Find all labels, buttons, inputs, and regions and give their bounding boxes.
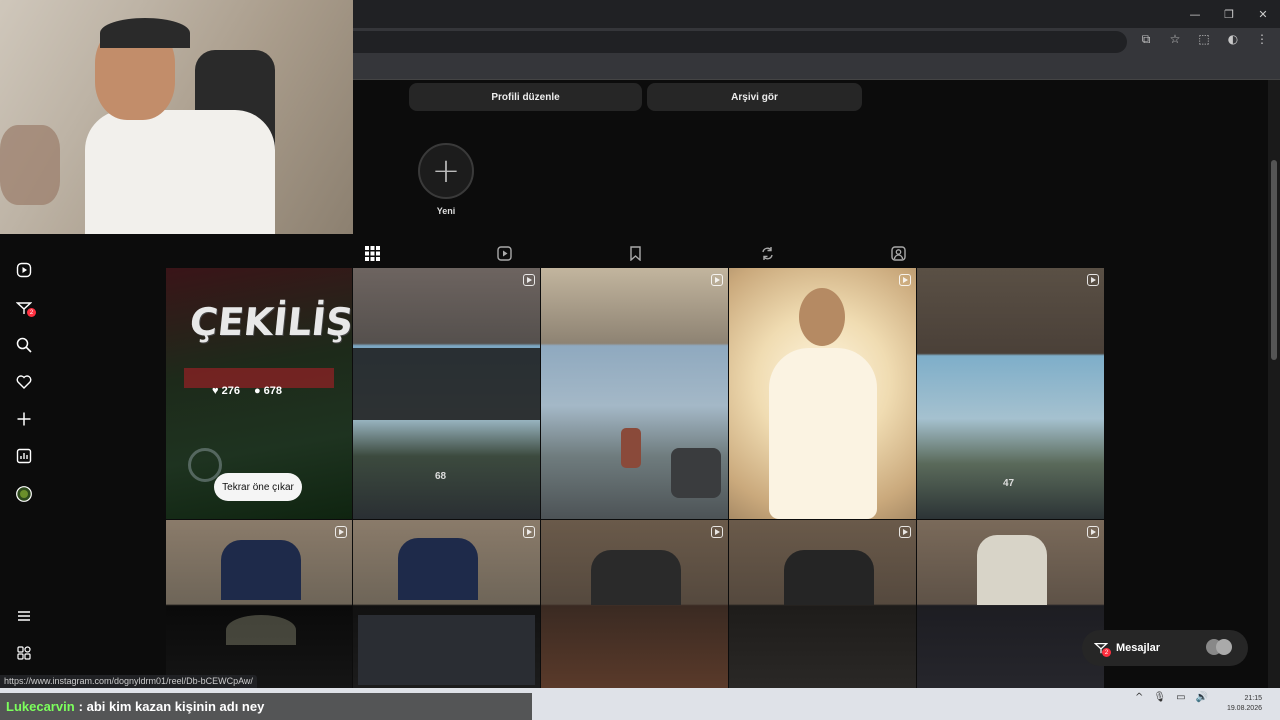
reel-indicator-icon [1087, 526, 1099, 538]
microphone-icon[interactable]: 🎙 [1153, 692, 1166, 703]
post-tile-reel-2[interactable] [541, 268, 728, 519]
sidebar-item-notifications[interactable] [14, 372, 34, 392]
reel-indicator-icon [1087, 274, 1099, 286]
address-bar[interactable] [352, 31, 1127, 53]
tab-reels[interactable] [495, 244, 513, 262]
post-tile-reel-6[interactable] [353, 520, 540, 688]
new-highlight-label: Yeni [436, 206, 456, 216]
profile-avatar-icon [16, 486, 32, 502]
network-icon[interactable]: ▭ [1176, 692, 1185, 703]
link-status-url: https://www.instagram.com/dognyldrm01/re… [0, 675, 257, 689]
reel-indicator-icon [899, 274, 911, 286]
likes-count: 276 [221, 385, 240, 397]
reel-indicator-icon [523, 274, 535, 286]
clock-time: 21:15 [1244, 695, 1262, 702]
create-icon [17, 412, 31, 426]
reel-indicator-icon [899, 526, 911, 538]
pillow [0, 125, 60, 205]
bookmark-star-icon[interactable]: ☆ [1167, 32, 1183, 47]
pin-again-button[interactable]: Tekrar öne çıkar [214, 473, 302, 501]
post-tile-reel-8[interactable] [729, 520, 916, 688]
system-tray: ^ 🎙 ▭ 🔊 [1135, 692, 1208, 703]
comments-count: 678 [263, 385, 283, 397]
cast-icon[interactable]: ⧉ [1138, 32, 1154, 47]
insights-icon [16, 448, 32, 464]
extensions-icon[interactable]: ⬚ [1196, 32, 1212, 47]
scrollbar-thumb[interactable] [1271, 160, 1277, 360]
chat-username: Lukecarvin [6, 699, 75, 714]
close-button[interactable]: ✕ [1246, 0, 1280, 28]
repost-icon [761, 246, 773, 260]
tab-reposts[interactable] [758, 244, 776, 262]
window-controls: — ❐ ✕ [1178, 0, 1280, 28]
clock-date: 19.08.2026 [1226, 705, 1262, 712]
likes-stat: ♥ 276 [212, 385, 240, 397]
headphones [100, 18, 190, 48]
sidebar-item-search[interactable] [14, 335, 34, 355]
sidebar-item-profile[interactable] [14, 484, 34, 504]
notification-badge: 2 [27, 308, 36, 317]
post-overlay-title: ÇEKİLİŞ [187, 300, 356, 344]
search-icon [16, 337, 32, 353]
messages-label: Mesajlar [1116, 642, 1161, 654]
volume-icon[interactable]: 🔊 [1196, 692, 1208, 703]
messages-badge: 2 [1102, 648, 1111, 657]
reels-icon [496, 245, 512, 261]
sidebar-item-insights[interactable] [14, 446, 34, 466]
reels-icon [16, 262, 32, 278]
grid-icon [364, 245, 380, 261]
profile-icon[interactable]: ◐ [1225, 32, 1241, 47]
sidebar-item-reels[interactable] [14, 260, 34, 280]
reel-indicator-icon [335, 526, 347, 538]
post-tile-reel-9[interactable] [917, 520, 1104, 688]
post-tile-reel-4[interactable]: 47 [917, 268, 1104, 519]
sidebar-item-more[interactable] [14, 606, 34, 626]
stream-chat-message: Lukecarvin : abi kim kazan kişinin adı n… [0, 693, 532, 720]
tab-tagged[interactable] [889, 244, 907, 262]
more-apps-icon [17, 646, 31, 660]
post-tile-reel-7[interactable] [541, 520, 728, 688]
restore-button[interactable]: ❐ [1212, 0, 1246, 28]
message-avatars [1206, 639, 1234, 657]
tray-chevron-icon[interactable]: ^ [1135, 692, 1143, 703]
comments-stat: ● 678 [253, 385, 283, 397]
post-tile-reel-3[interactable] [729, 268, 916, 519]
toolbar-actions: ⧉ ☆ ⬚ ◐ ⋮ [1138, 32, 1270, 47]
post-stats: ♥ 276 ● 678 [212, 385, 282, 397]
reel-indicator-icon [711, 526, 723, 538]
tagged-icon [890, 245, 906, 261]
post-tile-reel-1[interactable]: 68 [353, 268, 540, 519]
taskbar-clock[interactable]: 21:15 19.08.2026 [1227, 694, 1262, 714]
tile-counter: 47 [1003, 478, 1015, 489]
heart-icon [16, 375, 32, 389]
post-tile-reel-5[interactable] [166, 520, 352, 688]
new-highlight-button[interactable]: + [418, 143, 474, 199]
tab-posts[interactable] [363, 244, 381, 262]
tab-saved[interactable] [626, 244, 644, 262]
webcam-overlay [0, 0, 353, 234]
browser-menu-icon[interactable]: ⋮ [1254, 32, 1270, 47]
tile-counter: 68 [435, 471, 447, 482]
sidebar-item-create[interactable] [14, 409, 34, 429]
reel-indicator-icon [523, 526, 535, 538]
menu-icon [18, 611, 30, 621]
sidebar-item-also-from-meta[interactable] [14, 643, 34, 663]
edit-profile-button[interactable]: Profili düzenle [409, 83, 642, 111]
minimize-button[interactable]: — [1178, 0, 1212, 28]
chat-text: : abi kim kazan kişinin adı ney [78, 699, 265, 714]
reel-indicator-icon [711, 274, 723, 286]
bookmark-icon [629, 245, 641, 261]
view-archive-button[interactable]: Arşivi gör [647, 83, 862, 111]
streamer-shirt [85, 110, 275, 234]
